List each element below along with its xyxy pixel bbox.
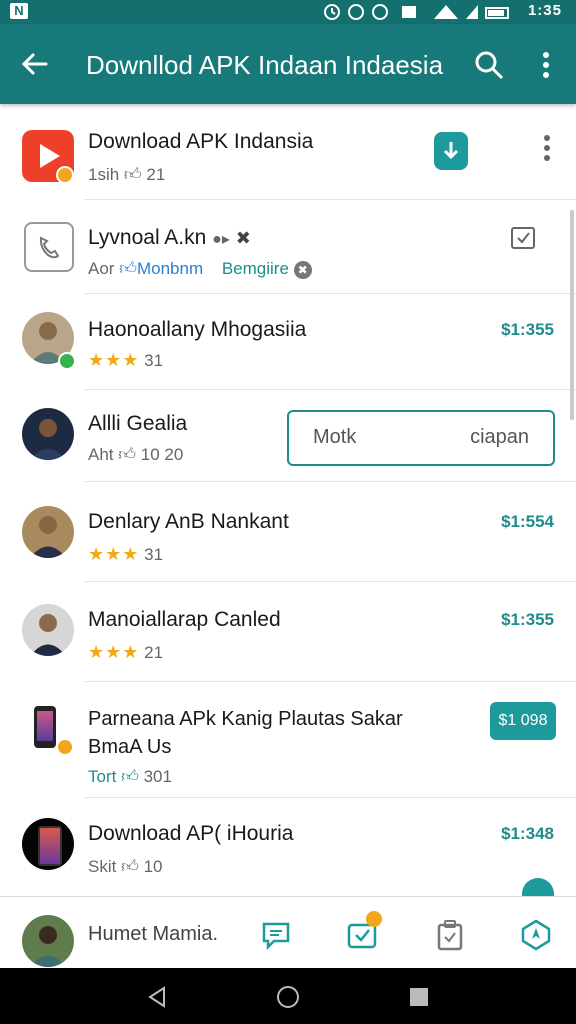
notification-badge-icon (366, 911, 382, 927)
thumbs-up-icon: 👍︎ (118, 445, 137, 464)
chat-icon[interactable] (260, 919, 292, 951)
meta-prefix: Tort (88, 767, 117, 786)
phone-app-icon (24, 222, 74, 272)
price-label: $1:355 (501, 610, 554, 629)
meta-prefix: Skit (88, 857, 117, 876)
app-meta: Aor 👍︎Monbnm Bemgiire ✖ (88, 258, 312, 279)
app-title: Manoiallarap Canled (88, 608, 281, 631)
app-list: Download APK Indansia 1sih 👍︎ 21 Lyvnoal… (0, 104, 576, 896)
app-title-text: Lyvnoal A.kn (88, 226, 207, 249)
app-meta: Aht 👍︎ 10 20 (88, 444, 183, 465)
list-item[interactable]: Allli Gealia Aht 👍︎ 10 20 Motk ciapan (0, 390, 576, 482)
meta-prefix: 1sih (88, 165, 120, 184)
clipboard-icon[interactable] (434, 919, 466, 951)
thumbs-up-icon: 👍︎ (119, 259, 137, 278)
thumbs-up-icon: 👍︎ (121, 857, 139, 876)
rating-count: 21 (144, 643, 164, 662)
user-avatar[interactable] (22, 915, 74, 967)
thumbs-up-icon: 👍︎ (121, 767, 139, 786)
install-button[interactable] (434, 132, 468, 170)
button-left-label[interactable]: Motk (313, 426, 356, 449)
rating-count: 31 (144, 545, 164, 564)
app-bar: Downllod APK Indaan Indaesia (0, 24, 576, 104)
meta-prefix: Aor (88, 259, 115, 278)
recents-nav-icon[interactable] (408, 986, 430, 1008)
app-rating: ★★★ 31 (88, 544, 163, 565)
avatar (22, 604, 74, 656)
price-button[interactable]: $1 098 (490, 702, 556, 740)
thumbs-up-icon: 👍︎ (123, 165, 142, 184)
button-right-label[interactable]: ciapan (470, 426, 529, 449)
page-title: Downllod APK Indaan Indaesia (86, 50, 444, 80)
sound-icon: ●▸ (212, 231, 230, 248)
phone-thumbnail-icon (34, 706, 56, 748)
avatar (22, 408, 74, 460)
app-meta: Tort 👍︎ 301 (88, 766, 172, 787)
meta-prefix: Aht (88, 445, 114, 464)
meta-link-2[interactable]: Bemgiire (222, 259, 289, 278)
app-title: Haonoallany Mhogasiia (88, 318, 307, 341)
list-item[interactable]: Lyvnoal A.kn ●▸ ✖ Aor 👍︎Monbnm Bemgiire … (0, 200, 576, 294)
more-vert-icon[interactable] (536, 50, 556, 80)
app-title-line-2: BmaA Us (88, 736, 172, 758)
app-meta: Skit 👍︎ 10 (88, 856, 163, 877)
split-action-button[interactable]: Motk ciapan (287, 410, 555, 466)
list-item[interactable]: Download AP( iHouria Skit 👍︎ 10 $1:348 (0, 798, 576, 896)
rating-count: 31 (144, 351, 164, 370)
list-item[interactable]: Download APK Indansia 1sih 👍︎ 21 (0, 104, 576, 200)
star-rating-icon: ★★★ (88, 544, 140, 564)
meta-count: 301 (143, 767, 172, 786)
floating-action-button[interactable] (522, 878, 554, 896)
list-item[interactable]: Parneana APk Kanig Plautas Sakar BmaA Us… (0, 682, 576, 798)
star-rating-icon: ★★★ (88, 350, 140, 370)
phone-thumbnail-icon (22, 818, 74, 870)
star-rating-icon: ★★★ (88, 642, 140, 662)
meta-count: 10 (143, 857, 163, 876)
scrollbar[interactable] (570, 210, 574, 420)
price-label: $1:554 (501, 512, 554, 531)
search-icon[interactable] (474, 50, 504, 80)
home-nav-icon[interactable] (276, 985, 300, 1009)
list-item[interactable]: Denlary AnB Nankant ★★★ 31 $1:554 (0, 482, 576, 582)
system-navigation-bar (0, 968, 576, 1024)
list-item[interactable]: Manoiallarap Canled ★★★ 21 $1:355 (0, 582, 576, 682)
status-bar: N 1:35 (0, 0, 576, 24)
online-status-icon (58, 352, 76, 370)
meta-count: 21 (146, 165, 166, 184)
meta-link[interactable]: Monbnm (137, 259, 203, 278)
price-label: $1:348 (501, 824, 554, 843)
explore-icon[interactable] (520, 919, 552, 951)
update-badge-icon (56, 166, 74, 184)
app-rating: ★★★ 21 (88, 642, 163, 663)
user-name: Humet Mamia. (88, 923, 219, 945)
back-nav-icon[interactable] (146, 986, 168, 1008)
app-title: Lyvnoal A.kn ●▸ ✖ (88, 226, 251, 250)
tools-icon: ✖ (235, 228, 251, 248)
app-rating: ★★★ 31 (88, 350, 163, 371)
app-title: Denlary AnB Nankant (88, 510, 289, 533)
bottom-bar: Humet Mamia. (0, 896, 576, 969)
status-time: 1:35 (527, 2, 562, 19)
checklist-icon[interactable] (508, 222, 538, 252)
back-arrow-icon[interactable] (20, 50, 48, 78)
app-title: Download APK Indansia (88, 130, 314, 153)
list-item[interactable]: Haonoallany Mhogasiia ★★★ 31 $1:355 (0, 294, 576, 390)
info-icon: ✖ (293, 260, 312, 279)
overflow-menu-icon[interactable] (540, 134, 554, 164)
app-meta: 1sih 👍︎ 21 (88, 164, 165, 185)
app-title: Allli Gealia (88, 412, 188, 435)
avatar (22, 506, 74, 558)
price-label: $1:355 (501, 320, 554, 339)
update-badge-icon (56, 738, 74, 756)
meta-count: 10 20 (140, 445, 184, 464)
status-icons (324, 4, 509, 20)
notification-icon: N (10, 3, 28, 19)
app-title: Download AP( iHouria (88, 822, 294, 845)
app-title: Parneana APk Kanig Plautas Sakar (88, 708, 403, 730)
